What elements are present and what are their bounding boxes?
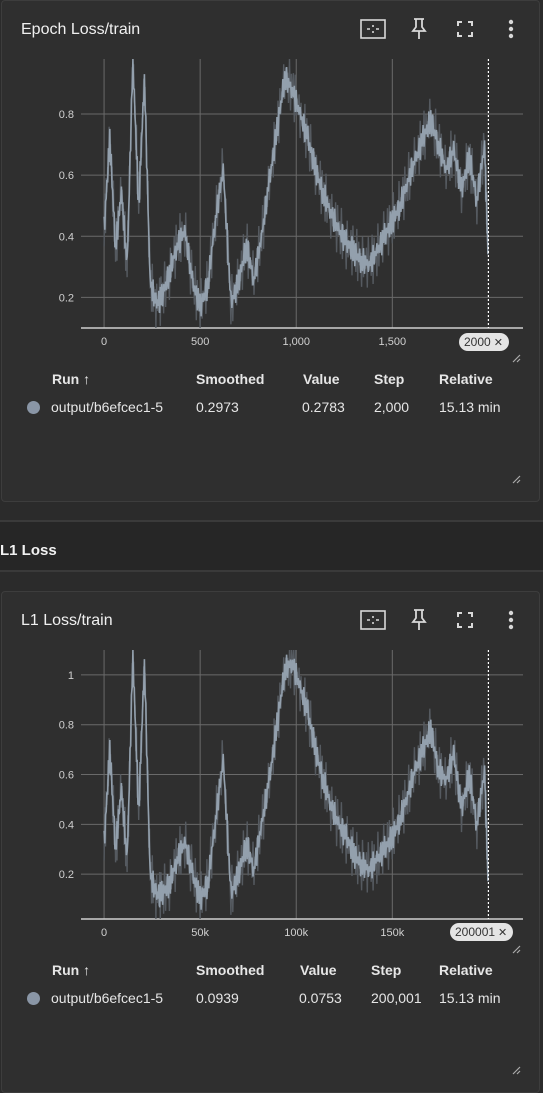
header-relative[interactable]: Relative: [439, 371, 493, 387]
y-tick-label: 1: [68, 670, 74, 682]
relative-value: 15.13 min: [439, 399, 501, 415]
x-tick-label: 500: [191, 336, 209, 348]
header-run[interactable]: Run ↑: [52, 371, 90, 387]
close-icon[interactable]: ✕: [498, 927, 507, 939]
chart-card-epoch-loss: Epoch Loss/train 0.2 0.4 0.6 0.8 0 500 1,000 1,…: [1, 0, 540, 502]
run-name: output/b6efcec1-5: [51, 990, 164, 1006]
fullscreen-icon: [457, 612, 473, 628]
x-tick-label: 1,500: [379, 336, 407, 348]
chart-card-l1-loss: L1 Loss/train 0.2 0.4 0.6 0.8 1 0 50k 100k 150k …: [1, 591, 540, 1093]
x-tick-label: 150k: [380, 927, 404, 939]
raw-value: 0.0753: [299, 990, 342, 1006]
y-tick-label: 0.2: [59, 292, 74, 304]
relative-value: 15.13 min: [439, 990, 501, 1006]
resize-handle-icon[interactable]: [511, 474, 521, 484]
fit-domain-icon: [360, 19, 386, 39]
chart-title: Epoch Loss/train: [21, 21, 141, 38]
fit-domain-button[interactable]: [359, 606, 387, 634]
fullscreen-icon: [457, 21, 473, 37]
close-icon[interactable]: ✕: [494, 337, 503, 349]
y-tick-label: 0.8: [59, 109, 74, 121]
line-chart[interactable]: 0.2 0.4 0.6 0.8 1 0 50k 100k 150k: [2, 642, 541, 942]
runs-table: Run ↑ Smoothed Value Step Relative outpu…: [22, 962, 522, 1012]
fit-domain-icon: [360, 610, 386, 630]
x-tick-label: 0: [101, 336, 107, 348]
header-value[interactable]: Value: [303, 371, 340, 387]
resize-handle-icon[interactable]: [511, 944, 521, 954]
more-vert-icon: [508, 610, 514, 630]
section-title[interactable]: L1 Loss: [0, 542, 57, 559]
x-tick-label: 0: [101, 927, 107, 939]
header-smoothed[interactable]: Smoothed: [196, 371, 264, 387]
fullscreen-button[interactable]: [451, 606, 479, 634]
step-chip-label: 200001: [455, 925, 496, 939]
y-tick-label: 0.2: [59, 869, 74, 881]
step-chip[interactable]: 200001 ✕: [450, 923, 514, 941]
run-color-dot: [27, 992, 40, 1005]
more-options-button[interactable]: [497, 15, 525, 43]
pin-icon: [411, 609, 427, 630]
y-tick-label: 0.6: [59, 170, 74, 182]
section-header: L1 Loss: [0, 520, 543, 572]
resize-handle-icon[interactable]: [511, 1065, 521, 1075]
fit-domain-button[interactable]: [359, 15, 387, 43]
header-run[interactable]: Run ↑: [52, 962, 90, 978]
chart-toolbar: [359, 15, 525, 43]
header-step[interactable]: Step: [371, 962, 401, 978]
step-chip-label: 2000: [464, 335, 491, 349]
pin-button[interactable]: [405, 606, 433, 634]
y-tick-label: 0.8: [59, 720, 74, 732]
more-vert-icon: [508, 19, 514, 39]
line-chart[interactable]: 0.2 0.4 0.6 0.8 0 500 1,000 1,500: [2, 51, 541, 351]
x-tick-label: 100k: [284, 927, 308, 939]
more-options-button[interactable]: [497, 606, 525, 634]
step-value: 200,001: [371, 990, 422, 1006]
raw-value: 0.2783: [302, 399, 345, 415]
chart-title: L1 Loss/train: [21, 612, 113, 629]
y-tick-label: 0.4: [59, 231, 74, 243]
x-tick-label: 50k: [191, 927, 209, 939]
header-value[interactable]: Value: [300, 962, 337, 978]
header-relative[interactable]: Relative: [439, 962, 493, 978]
pin-icon: [411, 18, 427, 39]
run-color-dot: [27, 401, 40, 414]
pin-button[interactable]: [405, 15, 433, 43]
smoothed-value: 0.2973: [196, 399, 239, 415]
step-chip[interactable]: 2000 ✕: [459, 333, 509, 351]
x-tick-label: 1,000: [282, 336, 310, 348]
header-step[interactable]: Step: [374, 371, 404, 387]
y-tick-label: 0.4: [59, 819, 74, 831]
smoothed-value: 0.0939: [196, 990, 239, 1006]
step-value: 2,000: [374, 399, 410, 415]
run-name: output/b6efcec1-5: [51, 399, 164, 415]
chart-toolbar: [359, 606, 525, 634]
y-tick-label: 0.6: [59, 770, 74, 782]
resize-handle-icon[interactable]: [511, 353, 521, 363]
runs-table: Run ↑ Smoothed Value Step Relative outpu…: [22, 371, 522, 421]
fullscreen-button[interactable]: [451, 15, 479, 43]
header-smoothed[interactable]: Smoothed: [196, 962, 264, 978]
